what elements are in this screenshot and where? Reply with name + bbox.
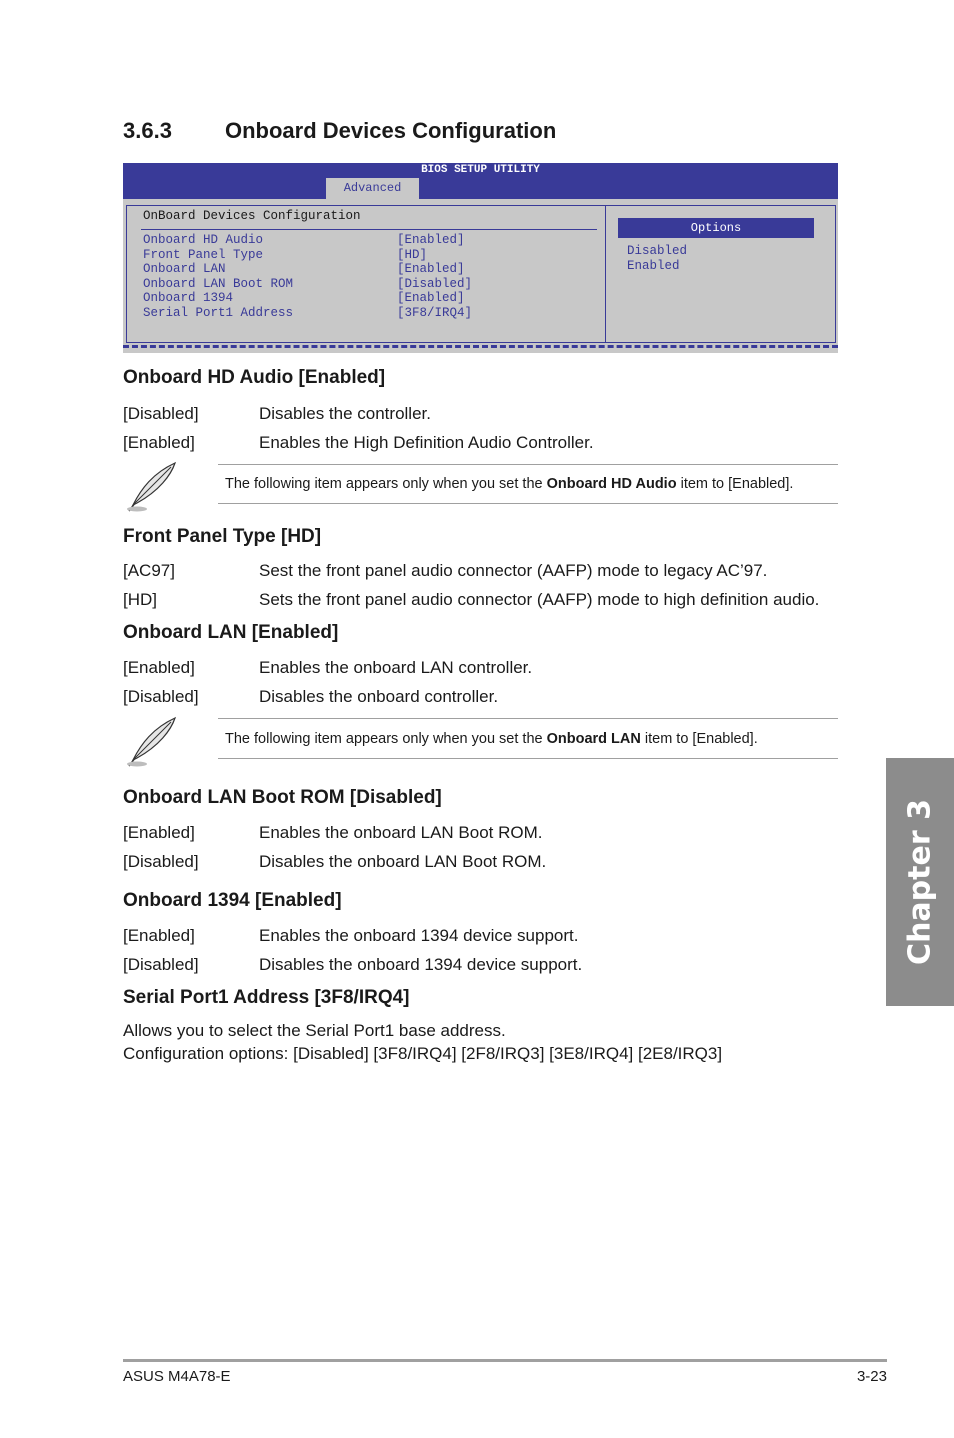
setting-label: Onboard 1394 (143, 291, 234, 305)
bios-setting-row[interactable]: Onboard LAN Boot ROM [Disabled] (143, 277, 472, 292)
option-key: [Enabled] (123, 432, 195, 452)
bios-setting-row[interactable]: Front Panel Type [HD] (143, 248, 472, 263)
item-heading: Front Panel Type [HD] (123, 526, 322, 547)
bios-header: BIOS SETUP UTILITY Advanced (123, 163, 838, 199)
option-row: [Disabled] Disables the controller. (123, 400, 843, 429)
bios-title: BIOS SETUP UTILITY (421, 164, 540, 176)
option-item[interactable]: Enabled (627, 259, 687, 274)
dashed-border (123, 345, 838, 348)
option-key: [AC97] (123, 561, 175, 580)
bios-panel: OnBoard Devices Configuration Onboard HD… (126, 205, 836, 343)
option-desc: Enables the onboard LAN Boot ROM. (259, 823, 543, 842)
note-text-bold: Onboard HD Audio (546, 476, 677, 492)
bios-panel-heading: OnBoard Devices Configuration (143, 209, 361, 223)
option-key: [Disabled] (123, 954, 199, 974)
description-line: Allows you to select the Serial Port1 ba… (123, 1021, 506, 1040)
divider (218, 503, 838, 504)
option-desc: Disables the onboard controller. (259, 686, 499, 706)
note-text-pre: The following item appears only when you… (225, 476, 547, 492)
option-key: [HD] (123, 589, 157, 609)
item-options: [Enabled] Enables the onboard LAN Boot RO… (123, 819, 843, 876)
setting-label: Onboard LAN Boot ROM (143, 276, 294, 291)
option-row: [AC97] Sest the front panel audio connect… (123, 557, 863, 586)
note-text-pre: The following item appears only when you… (225, 731, 547, 747)
item-options: [Disabled] Disables the controller. [Enab… (123, 400, 843, 457)
item-heading: Serial Port1 Address [3F8/IRQ4] (123, 987, 410, 1008)
setting-label: Onboard LAN (143, 262, 226, 276)
option-key: [Disabled] (123, 404, 199, 423)
footer-divider (123, 1359, 887, 1362)
divider (141, 229, 597, 230)
bios-setting-row[interactable]: Onboard LAN [Enabled] (143, 262, 472, 277)
option-row: [Enabled] Enables the onboard LAN Boot RO… (123, 819, 843, 848)
item-heading: Onboard HD Audio [Enabled] (123, 367, 386, 388)
bios-setting-row[interactable]: Onboard 1394 [Enabled] (143, 291, 472, 306)
note-text: The following item appears only when you… (225, 476, 793, 492)
option-row: [Disabled] Disables the onboard controlle… (123, 683, 843, 712)
option-key: [Enabled] (123, 926, 195, 945)
option-row: [Disabled] Disables the onboard LAN Boot … (123, 848, 843, 877)
description-line: Configuration options: [Disabled] [3F8/I… (123, 1044, 723, 1063)
options-header: Options (618, 218, 814, 238)
note-text: The following item appears only when you… (225, 731, 758, 747)
option-key: [Enabled] (123, 658, 195, 677)
chapter-label: Chapter 3 (902, 799, 938, 965)
item-options: [AC97] Sest the front panel audio connect… (123, 557, 863, 614)
footer-product: ASUS M4A78-E (123, 1368, 231, 1385)
setting-value: [Disabled] (397, 276, 473, 291)
bios-setting-row[interactable]: Serial Port1 Address [3F8/IRQ4] (143, 306, 472, 321)
note-quill-icon (123, 459, 181, 513)
setting-value: [Enabled] (397, 233, 465, 247)
note-text-post: item to [Enabled]. (676, 476, 794, 492)
bios-screenshot: BIOS SETUP UTILITY Advanced OnBoard Devi… (123, 163, 838, 353)
option-row: [Disabled] Disables the onboard 1394 devi… (123, 951, 843, 980)
option-key: [Enabled] (123, 823, 195, 842)
option-row: [Enabled] Enables the onboard 1394 device… (123, 922, 843, 951)
option-desc: Enables the onboard LAN controller. (259, 658, 533, 677)
option-desc: Enables the High Definition Audio Contro… (259, 432, 594, 452)
option-key: [Disabled] (123, 851, 199, 871)
note-text-bold: Onboard LAN (546, 731, 641, 747)
option-key: [Disabled] (123, 686, 199, 706)
setting-value: [Enabled] (397, 262, 465, 276)
option-desc: Sets the front panel audio connector (AA… (259, 589, 820, 609)
option-item[interactable]: Disabled (627, 244, 687, 259)
section-number: 3.6.3 (123, 118, 172, 143)
item-heading: Onboard LAN [Enabled] (123, 622, 339, 643)
divider (605, 206, 606, 342)
note-quill-icon (123, 714, 181, 768)
setting-value: [Enabled] (397, 291, 465, 305)
setting-label: Serial Port1 Address (143, 305, 294, 320)
item-heading: Onboard LAN Boot ROM [Disabled] (123, 787, 442, 808)
item-options: [Enabled] Enables the onboard 1394 device… (123, 922, 843, 979)
option-row: [Enabled] Enables the High Definition Aud… (123, 429, 843, 458)
bios-settings-list: Onboard HD Audio [Enabled] Front Panel Ty… (143, 233, 472, 320)
option-desc: Sest the front panel audio connector (AA… (259, 561, 768, 580)
item-options: [Enabled] Enables the onboard LAN control… (123, 654, 843, 711)
chapter-tab: Chapter 3 (886, 758, 954, 1006)
item-heading: Onboard 1394 [Enabled] (123, 890, 342, 911)
setting-value: [3F8/IRQ4] (397, 305, 473, 320)
footer-page-number: 3-23 (856, 1368, 887, 1385)
bios-setting-row[interactable]: Onboard HD Audio [Enabled] (143, 233, 472, 248)
option-desc: Enables the onboard 1394 device support. (259, 926, 579, 945)
divider (218, 464, 838, 465)
section-title-text: Onboard Devices Configuration (225, 118, 557, 143)
section-title: 3.6.3 Onboard Devices Configuration (123, 118, 556, 144)
option-desc: Disables the onboard 1394 device support… (259, 954, 583, 974)
option-row: [Enabled] Enables the onboard LAN control… (123, 654, 843, 683)
options-list: Disabled Enabled (627, 244, 687, 273)
divider (218, 758, 838, 759)
option-row: [HD] Sets the front panel audio connector… (123, 586, 863, 615)
note-text-post: item to [Enabled]. (640, 731, 758, 747)
option-desc: Disables the onboard LAN Boot ROM. (259, 851, 547, 871)
setting-value: [HD] (397, 247, 428, 262)
item-description: Allows you to select the Serial Port1 ba… (123, 1019, 863, 1065)
setting-label: Onboard HD Audio (143, 233, 264, 247)
tab-advanced[interactable]: Advanced (326, 178, 419, 199)
option-desc: Disables the controller. (259, 404, 431, 423)
divider (218, 718, 838, 719)
setting-label: Front Panel Type (143, 247, 264, 262)
